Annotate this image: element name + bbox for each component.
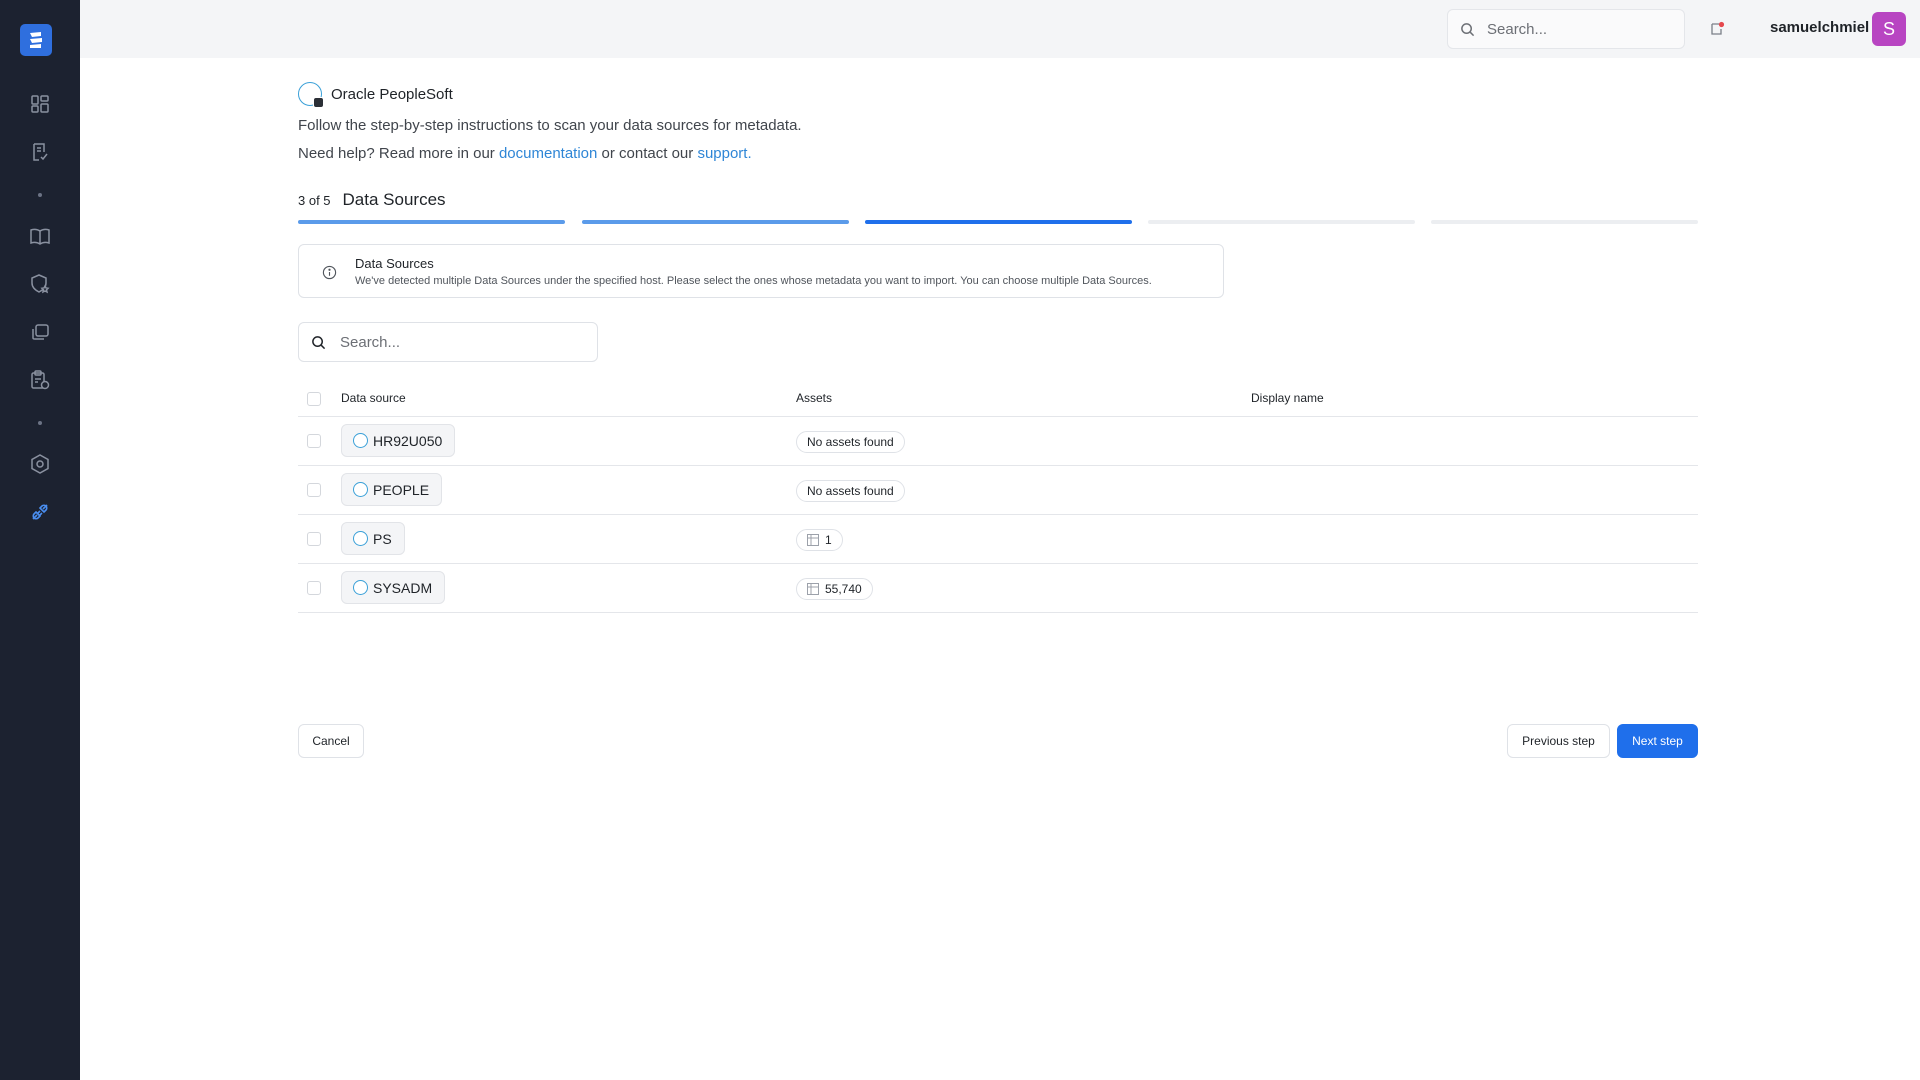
progress-segment-1 [298, 220, 565, 224]
assets-badge: No assets found [796, 480, 905, 502]
global-search[interactable] [1447, 9, 1685, 49]
table-header: Data source Assets Display name [298, 380, 1698, 417]
table-row[interactable]: PS 1 [298, 515, 1698, 564]
shield-star-icon[interactable] [28, 272, 52, 296]
assets-count: 1 [825, 533, 832, 547]
assets-badge: No assets found [796, 431, 905, 453]
data-source-name: HR92U050 [373, 432, 443, 449]
row-checkbox[interactable] [307, 532, 321, 546]
database-icon [353, 580, 368, 595]
database-icon [353, 433, 368, 448]
oracle-peoplesoft-logo-icon [298, 82, 324, 108]
step-count: 3 of 5 [298, 193, 331, 208]
step-progress-bar [298, 220, 1698, 224]
brand-logo-icon[interactable] [20, 24, 52, 56]
assets-badge: 1 [796, 529, 843, 551]
help-prefix: Need help? Read more in our [298, 145, 495, 162]
data-source-chip[interactable]: PEOPLE [341, 473, 443, 506]
assets-count: No assets found [807, 484, 894, 498]
assets-badge: 55,740 [796, 578, 873, 600]
row-checkbox[interactable] [307, 483, 321, 497]
sidebar [0, 0, 80, 1080]
sidebar-separator [38, 421, 42, 425]
row-checkbox[interactable] [307, 434, 321, 448]
data-source-chip[interactable]: SYSADM [341, 571, 446, 604]
info-title: Data Sources [355, 256, 434, 271]
select-all-checkbox[interactable] [307, 392, 321, 406]
source-title: Oracle PeopleSoft [331, 85, 453, 103]
topbar: samuelchmiel S [80, 0, 1920, 58]
notification-icon[interactable] [1708, 20, 1726, 38]
assets-count: 55,740 [825, 582, 862, 596]
table-grid-icon [807, 534, 819, 546]
info-text: We've detected multiple Data Sources und… [355, 275, 1152, 287]
table-search[interactable] [298, 322, 598, 362]
data-source-name: SYSADM [373, 579, 433, 596]
dashboard-icon[interactable] [28, 92, 52, 116]
previous-step-button[interactable]: Previous step [1507, 724, 1610, 758]
source-header: Oracle PeopleSoft [298, 82, 1698, 108]
data-source-chip[interactable]: HR92U050 [341, 424, 456, 457]
progress-segment-4 [1148, 220, 1415, 224]
table-search-input[interactable] [340, 333, 580, 351]
info-callout: Data Sources We've detected multiple Dat… [298, 244, 1224, 298]
database-icon [353, 531, 368, 546]
copy-icon[interactable] [28, 320, 52, 344]
documentation-link[interactable]: documentation [499, 145, 597, 162]
column-header-display-name: Display name [1251, 391, 1324, 405]
help-text: Need help? Read more in our documentatio… [298, 145, 1698, 162]
database-icon [353, 482, 368, 497]
avatar[interactable]: S [1872, 12, 1906, 46]
column-header-assets: Assets [796, 391, 833, 405]
info-icon [322, 265, 337, 280]
progress-segment-2 [582, 220, 849, 224]
search-icon [312, 335, 326, 349]
assets-count: No assets found [807, 435, 894, 449]
table-grid-icon [807, 583, 819, 595]
search-icon [1461, 22, 1475, 36]
sidebar-separator [38, 193, 42, 197]
hexagon-settings-icon[interactable] [28, 452, 52, 476]
data-source-chip[interactable]: PS [341, 522, 405, 555]
support-link[interactable]: support. [697, 145, 751, 162]
cancel-button[interactable]: Cancel [298, 724, 364, 758]
connector-icon[interactable] [28, 500, 52, 524]
table-row[interactable]: PEOPLE No assets found [298, 466, 1698, 515]
checklist-icon[interactable] [28, 140, 52, 164]
data-sources-table: Data source Assets Display name HR92U050… [298, 380, 1698, 613]
progress-segment-5 [1431, 220, 1698, 224]
table-row[interactable]: HR92U050 No assets found [298, 417, 1698, 466]
next-step-button[interactable]: Next step [1617, 724, 1698, 758]
table-row[interactable]: SYSADM 55,740 [298, 564, 1698, 613]
column-header-data-source: Data source [341, 391, 406, 405]
clipboard-settings-icon[interactable] [28, 368, 52, 392]
data-source-name: PS [373, 530, 392, 547]
book-icon[interactable] [28, 224, 52, 248]
progress-segment-3 [865, 220, 1132, 224]
intro-text: Follow the step-by-step instructions to … [298, 117, 802, 134]
username: samuelchmiel [1770, 19, 1870, 36]
step-indicator: 3 of 5 Data Sources [298, 190, 446, 210]
step-title: Data Sources [342, 190, 446, 209]
main-content: Oracle PeopleSoft Follow the step-by-ste… [298, 82, 1698, 758]
global-search-input[interactable] [1487, 20, 1657, 38]
help-middle: or contact our [601, 145, 694, 162]
data-source-name: PEOPLE [373, 481, 430, 498]
row-checkbox[interactable] [307, 581, 321, 595]
